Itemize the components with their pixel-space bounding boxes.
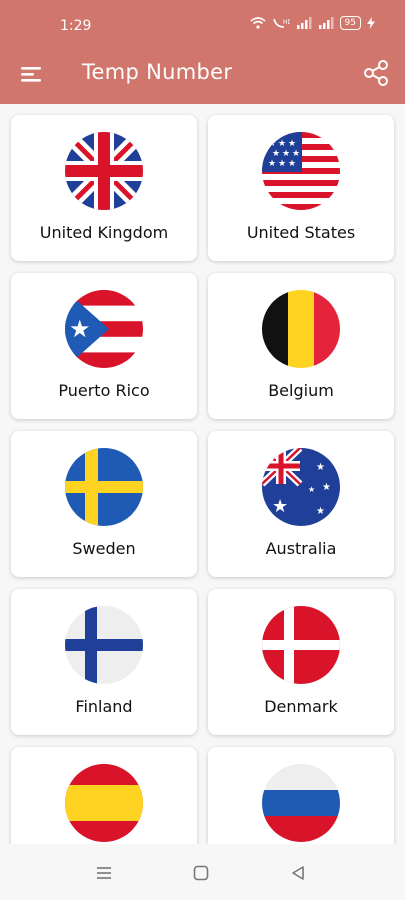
svg-text:★: ★ [268,139,276,149]
signal-icon [296,17,312,29]
svg-text:★: ★ [278,159,286,169]
status-time: 1:29 [60,18,92,34]
back-button[interactable] [289,864,307,882]
country-name: United States [246,223,356,242]
svg-text:★: ★ [292,149,300,159]
us-flag-icon: ★ ★ ★ ★ ★ ★ ★ ★ ★ [262,132,340,210]
recents-button[interactable] [95,864,113,882]
app-bar: Temp Number [0,46,405,104]
australia-flag-icon: ★ ★ ★ ★ ★ [262,448,340,526]
volte-icon: HD [272,18,290,28]
charging-icon [367,17,375,29]
country-card-sweden[interactable]: Sweden [11,431,197,577]
belgium-flag-icon [262,290,340,368]
signal-icon-2 [318,17,334,29]
svg-text:★: ★ [272,496,288,517]
svg-text:★: ★ [278,139,286,149]
country-card-australia[interactable]: ★ ★ ★ ★ ★ Australia [208,431,394,577]
country-card-united-kingdom[interactable]: United Kingdom [11,115,197,261]
svg-text:★: ★ [268,159,276,169]
svg-text:★: ★ [272,149,280,159]
status-bar: 1:29 HD 95 [0,0,405,46]
country-card-finland[interactable]: Finland [11,589,197,735]
wifi-icon [250,17,266,29]
status-icons: HD 95 [250,16,375,30]
country-card-russia[interactable] [208,747,394,844]
svg-text:★: ★ [308,485,315,494]
svg-text:★: ★ [288,139,296,149]
country-name: Australia [265,539,337,558]
country-name: Belgium [268,381,334,400]
menu-icon[interactable] [20,62,44,86]
svg-text:★: ★ [322,482,331,493]
home-button[interactable] [192,864,210,882]
country-name: Denmark [264,697,338,716]
russia-flag-icon [262,764,340,842]
system-nav-bar [0,844,405,900]
svg-text:HD: HD [283,19,290,26]
denmark-flag-icon [262,606,340,684]
country-name: Finland [75,697,133,716]
svg-text:★: ★ [69,315,91,343]
page-title: Temp Number [82,60,233,84]
country-name: Puerto Rico [58,381,150,400]
uk-flag-icon [65,132,143,210]
battery-level: 95 [339,16,361,30]
country-card-denmark[interactable]: Denmark [208,589,394,735]
country-grid: United Kingdom ★ ★ ★ ★ ★ ★ ★ ★ ★ United … [0,104,405,844]
country-card-spain[interactable] [11,747,197,844]
svg-text:★: ★ [282,149,290,159]
country-card-belgium[interactable]: Belgium [208,273,394,419]
spain-flag-icon [65,764,143,842]
country-name: Sweden [72,539,136,558]
share-icon[interactable] [361,58,391,88]
svg-text:★: ★ [288,159,296,169]
puerto-rico-flag-icon: ★ [65,290,143,368]
country-name: United Kingdom [39,223,169,242]
country-card-puerto-rico[interactable]: ★ Puerto Rico [11,273,197,419]
svg-text:★: ★ [316,506,325,517]
country-card-united-states[interactable]: ★ ★ ★ ★ ★ ★ ★ ★ ★ United States [208,115,394,261]
svg-text:★: ★ [316,462,325,473]
finland-flag-icon [65,606,143,684]
sweden-flag-icon [65,448,143,526]
